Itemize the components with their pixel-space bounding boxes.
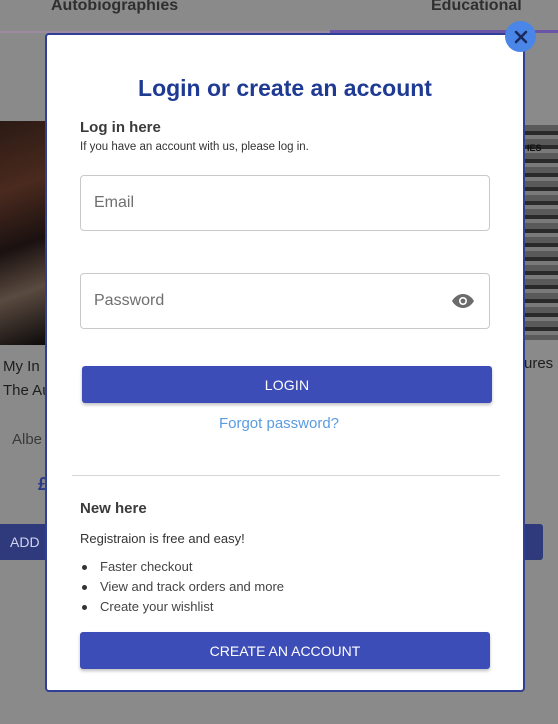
password-input[interactable] <box>81 274 489 328</box>
email-field[interactable] <box>80 175 490 231</box>
book-cover-left[interactable] <box>0 121 46 345</box>
category-tabs: Autobiographies Educational <box>0 0 558 33</box>
book-title-left-line1: My In <box>3 358 40 375</box>
book-title-right[interactable]: ures <box>524 355 553 372</box>
add-to-basket-button-left[interactable]: ADD <box>0 524 46 560</box>
book-cover-right[interactable] <box>524 125 558 340</box>
book-cover-right-label: IES <box>527 143 542 153</box>
section-divider <box>72 475 500 476</box>
book-title-left[interactable]: My In The Au <box>3 355 51 403</box>
forgot-password-link[interactable]: Forgot password? <box>47 415 511 432</box>
modal-title: Login or create an account <box>138 75 432 101</box>
login-modal: Login or create an account Log in here I… <box>45 33 525 692</box>
close-icon <box>514 30 527 43</box>
create-account-button[interactable]: CREATE AN ACCOUNT <box>80 632 490 669</box>
list-item: Create your wishlist <box>80 597 284 617</box>
tab-autobiographies[interactable]: Autobiographies <box>51 0 178 15</box>
register-subtext: Registraion is free and easy! <box>80 531 245 546</box>
register-heading: New here <box>80 500 147 517</box>
email-input[interactable] <box>81 176 489 230</box>
password-field[interactable] <box>80 273 490 329</box>
close-button[interactable] <box>505 21 536 52</box>
login-subtext: If you have an account with us, please l… <box>80 141 309 153</box>
login-heading: Log in here <box>80 119 161 136</box>
login-button[interactable]: LOGIN <box>82 366 492 403</box>
book-author-left: Albe <box>12 431 43 448</box>
list-item: Faster checkout <box>80 557 284 577</box>
benefits-list: Faster checkout View and track orders an… <box>80 557 284 617</box>
list-item: View and track orders and more <box>80 577 284 597</box>
add-to-basket-button-right[interactable] <box>524 524 543 560</box>
book-title-left-line2: The Au <box>3 382 51 399</box>
tab-educational[interactable]: Educational <box>431 0 522 15</box>
eye-icon[interactable] <box>451 292 475 310</box>
